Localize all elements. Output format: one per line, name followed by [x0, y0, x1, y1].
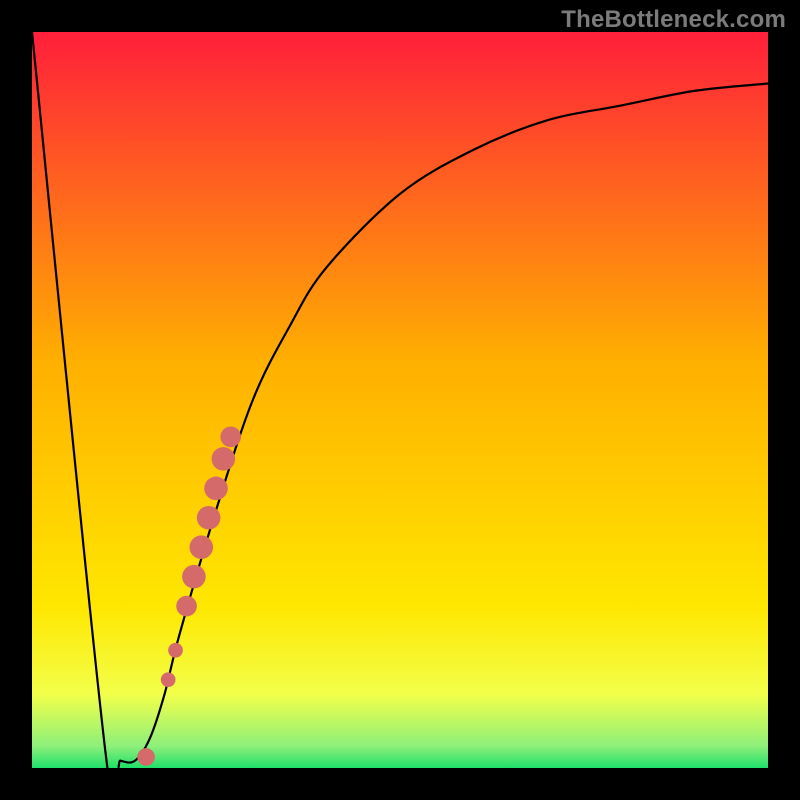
- data-marker: [220, 426, 241, 447]
- data-marker: [190, 535, 214, 559]
- data-marker: [176, 596, 197, 617]
- chart-plot-area: [32, 32, 768, 768]
- watermark-text: TheBottleneck.com: [561, 6, 786, 34]
- data-marker: [182, 565, 206, 589]
- data-marker: [161, 672, 176, 687]
- bottleneck-chart: [32, 32, 768, 768]
- data-marker: [168, 643, 183, 658]
- gradient-background: [32, 32, 768, 768]
- data-marker: [137, 748, 155, 766]
- chart-frame: TheBottleneck.com: [0, 0, 800, 800]
- data-marker: [197, 506, 221, 530]
- data-marker: [212, 447, 236, 471]
- data-marker: [204, 477, 228, 501]
